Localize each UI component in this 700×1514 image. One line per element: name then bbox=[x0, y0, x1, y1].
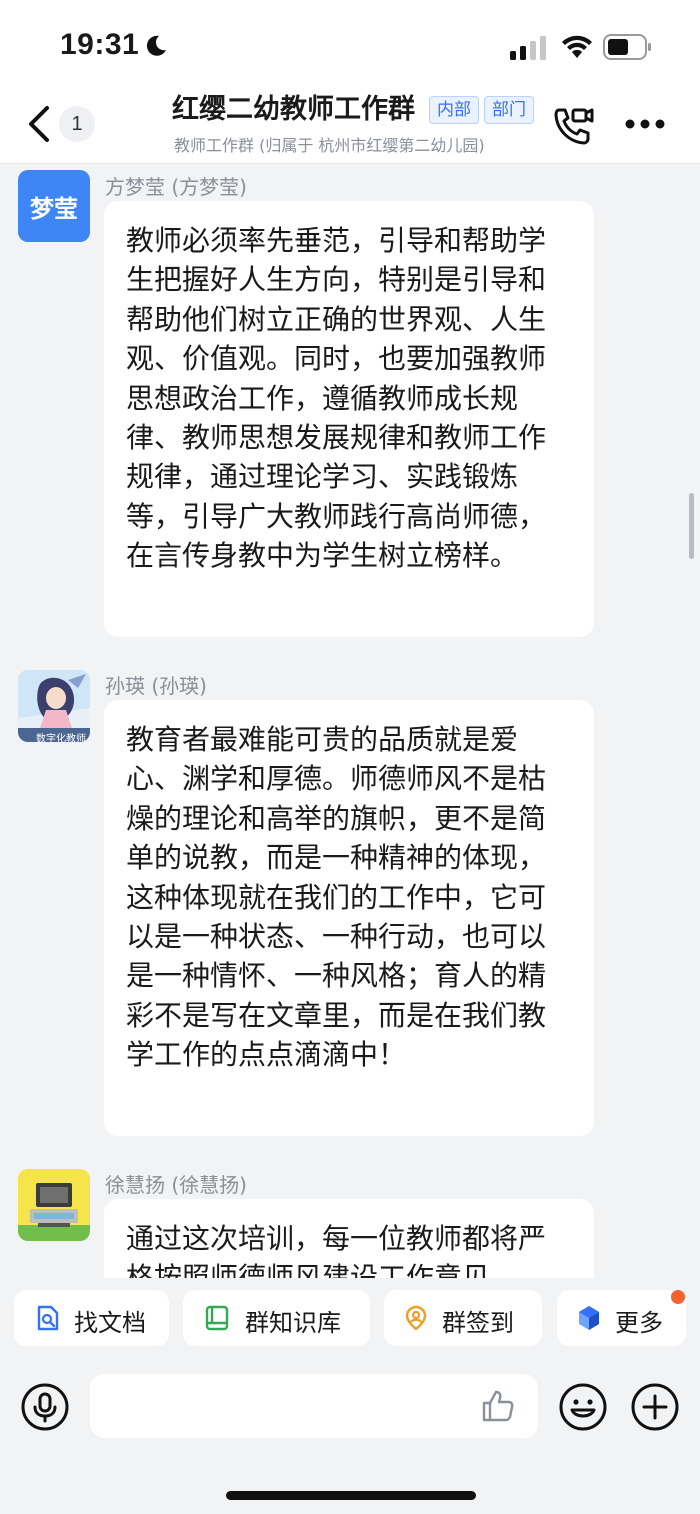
more-apps-button[interactable]: 更多 bbox=[557, 1290, 686, 1346]
sender-name[interactable]: 孙瑛 (孙瑛) bbox=[105, 670, 207, 699]
sender-name[interactable]: 方梦莹 (方梦莹) bbox=[105, 171, 247, 200]
quick-action-bar: 找文档 群知识库 群签到 更多 bbox=[0, 1278, 700, 1360]
back-icon[interactable] bbox=[22, 104, 58, 144]
avatar[interactable]: 数字化教师 bbox=[18, 670, 90, 742]
check-in-label: 群签到 bbox=[442, 1309, 514, 1337]
more-apps-icon bbox=[579, 1306, 599, 1330]
scrollbar[interactable] bbox=[689, 493, 694, 559]
message-bubble[interactable]: 通过这次培训，每一位教师都将严格按照师德师风建设工作意见 bbox=[104, 1199, 594, 1278]
check-in-icon bbox=[405, 1305, 427, 1331]
thumbs-up-icon[interactable] bbox=[480, 1388, 516, 1424]
chat-header: 1 红缨二幼教师工作群 内部 部门 教师工作群 (归属于 杭州市红缨第二幼儿园) bbox=[0, 92, 700, 164]
avatar-caption: 数字化教师 bbox=[36, 734, 86, 742]
group-title[interactable]: 红缨二幼教师工作群 bbox=[172, 92, 426, 128]
more-icon[interactable] bbox=[624, 118, 666, 130]
mic-icon[interactable] bbox=[20, 1382, 70, 1432]
knowledge-base-button[interactable]: 群知识库 bbox=[183, 1290, 370, 1346]
signal-icon bbox=[510, 36, 546, 60]
avatar-text: 梦莹 bbox=[30, 194, 78, 223]
battery-icon bbox=[603, 34, 651, 60]
status-bar: 19:31 bbox=[0, 0, 700, 92]
computer-avatar-image bbox=[18, 1169, 90, 1241]
video-call-icon[interactable] bbox=[551, 104, 595, 148]
tag-department: 部门 bbox=[484, 96, 534, 124]
home-indicator bbox=[226, 1491, 476, 1500]
status-time: 19:31 bbox=[60, 28, 140, 61]
moon-icon bbox=[146, 35, 166, 56]
check-in-button[interactable]: 群签到 bbox=[384, 1290, 542, 1346]
emoji-icon[interactable] bbox=[558, 1382, 608, 1432]
find-document-button[interactable]: 找文档 bbox=[14, 1290, 169, 1346]
message-bubble[interactable]: 教师必须率先垂范，引导和帮助学生把握好人生方向，特别是引导和帮助他们树立正确的世… bbox=[104, 201, 594, 637]
unread-count-badge[interactable]: 1 bbox=[59, 106, 95, 142]
plus-icon[interactable] bbox=[630, 1382, 680, 1432]
avatar[interactable] bbox=[18, 1169, 90, 1241]
tag-internal: 内部 bbox=[429, 96, 479, 124]
knowledge-base-icon bbox=[205, 1305, 229, 1331]
group-subtitle: 教师工作群 (归属于 杭州市红缨第二幼儿园) bbox=[174, 136, 485, 155]
notification-dot bbox=[671, 1290, 685, 1304]
wifi-icon bbox=[562, 35, 592, 58]
message-input[interactable] bbox=[90, 1374, 538, 1438]
find-document-label: 找文档 bbox=[74, 1309, 146, 1337]
doc-search-icon bbox=[37, 1305, 59, 1331]
sender-name[interactable]: 徐慧扬 (徐慧扬) bbox=[105, 1169, 247, 1198]
knowledge-base-label: 群知识库 bbox=[245, 1309, 341, 1337]
more-apps-label: 更多 bbox=[615, 1309, 663, 1337]
avatar[interactable]: 梦莹 bbox=[18, 170, 90, 242]
message-list[interactable]: 梦莹 方梦莹 (方梦莹) 教师必须率先垂范，引导和帮助学生把握好人生方向，特别是… bbox=[0, 165, 700, 1278]
message-bubble[interactable]: 教育者最难能可贵的品质就是爱心、渊学和厚德。师德师风不是枯燥的理论和高举的旗帜，… bbox=[104, 700, 594, 1136]
